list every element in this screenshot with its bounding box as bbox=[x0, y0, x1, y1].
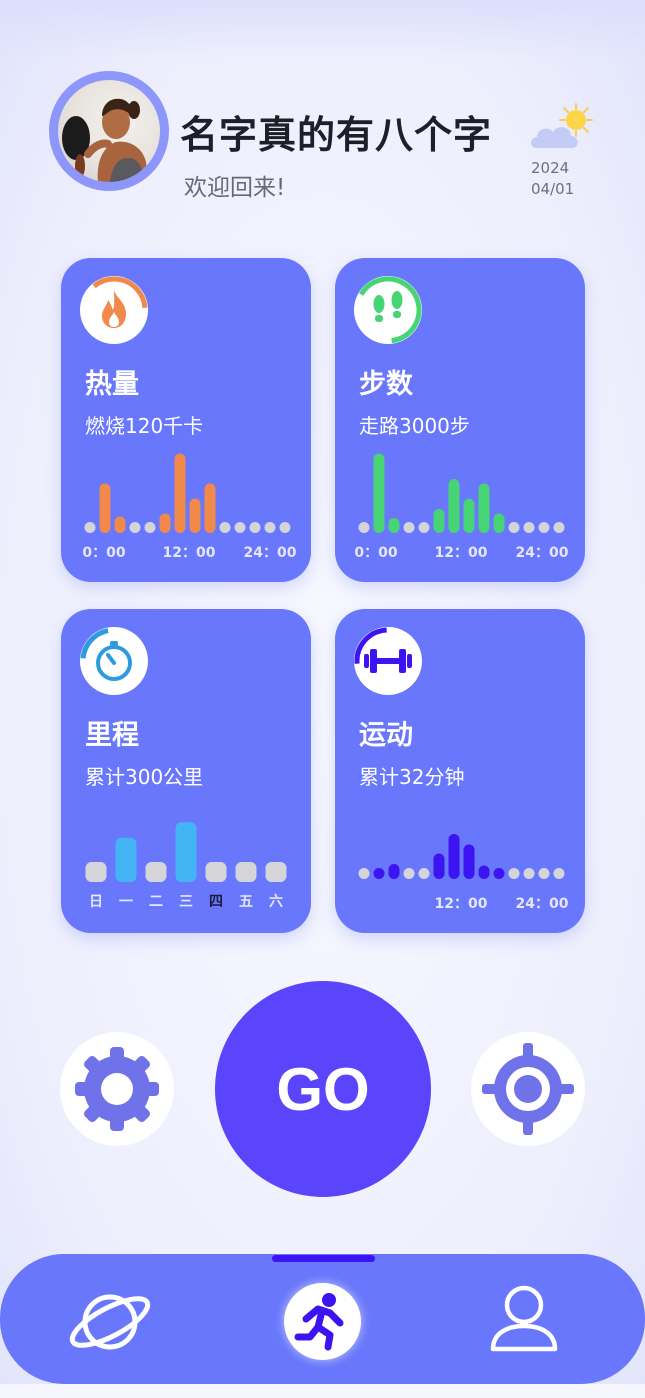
avatar-person-image bbox=[62, 98, 148, 182]
chart-bar bbox=[115, 837, 137, 882]
chart-bar bbox=[373, 868, 385, 879]
date-year: 2024 bbox=[531, 159, 570, 177]
tab-profile[interactable] bbox=[488, 1284, 560, 1354]
chart-day-label: 六 bbox=[269, 893, 283, 910]
chart-axis-label: 0：00 bbox=[82, 545, 125, 561]
chart-bar bbox=[159, 513, 171, 533]
chart-point-inactive bbox=[144, 522, 156, 533]
exercise-chart: 12：00 24：00 bbox=[358, 834, 569, 912]
chart-bar bbox=[189, 498, 201, 533]
chart-point-inactive bbox=[508, 868, 520, 879]
steps-card[interactable]: 步数 走路3000步 0：00 12：00 24：00 bbox=[335, 258, 585, 582]
user-icon bbox=[490, 1285, 558, 1352]
distance-chart: 日一二三四五六 bbox=[85, 822, 287, 910]
chart-bar bbox=[478, 865, 490, 879]
chart-bar-inactive bbox=[205, 862, 227, 882]
chart-bar-inactive bbox=[85, 862, 107, 882]
chart-point-inactive bbox=[279, 522, 291, 533]
avatar-photo bbox=[58, 80, 160, 182]
chart-day-label: 一 bbox=[119, 894, 133, 910]
chart-bar bbox=[448, 479, 460, 533]
partly-cloudy-icon bbox=[531, 103, 593, 148]
welcome-text: 欢迎回来! bbox=[184, 175, 286, 201]
chart-point-inactive bbox=[523, 522, 535, 533]
chart-axis-label: 24：00 bbox=[516, 896, 569, 912]
chart-bar bbox=[99, 483, 111, 533]
chart-point-inactive bbox=[418, 522, 430, 533]
chart-point-inactive bbox=[553, 522, 565, 533]
target-icon bbox=[482, 1043, 574, 1135]
date-day: 04/01 bbox=[531, 180, 575, 198]
chart-point-inactive bbox=[234, 522, 246, 533]
active-tab-indicator bbox=[272, 1255, 375, 1262]
chart-bar-inactive bbox=[265, 862, 287, 882]
chart-point-inactive bbox=[523, 868, 535, 879]
chart-bar bbox=[493, 868, 505, 879]
chart-point-inactive bbox=[264, 522, 276, 533]
running-icon bbox=[294, 1293, 344, 1351]
chart-axis-label: 0：00 bbox=[354, 545, 397, 561]
chart-bar bbox=[114, 516, 126, 533]
chart-point-inactive bbox=[538, 868, 550, 879]
chart-bar bbox=[388, 518, 400, 533]
chart-bar bbox=[433, 509, 445, 533]
chart-axis-label: 12：00 bbox=[163, 545, 216, 561]
chart-point-inactive bbox=[403, 522, 415, 533]
distance-card[interactable]: 里程 累计300公里 日一二三四五六 bbox=[61, 609, 311, 933]
chart-bar-inactive bbox=[145, 862, 167, 882]
chart-point-inactive bbox=[418, 868, 430, 879]
chart-axis-label: 24：00 bbox=[516, 545, 569, 561]
exercise-card[interactable]: 运动 累计32分钟 12：00 24：00 bbox=[335, 609, 585, 933]
settings-button[interactable] bbox=[60, 1032, 174, 1146]
chart-point-inactive bbox=[508, 522, 520, 533]
chart-axis-label: 12：00 bbox=[435, 896, 488, 912]
top-glow bbox=[0, 0, 645, 60]
calories-card[interactable]: 热量 燃烧120千卡 0：00 12：00 24：00 bbox=[61, 258, 311, 582]
steps-chart: 0：00 12：00 24：00 bbox=[354, 453, 569, 561]
chart-point-inactive bbox=[538, 522, 550, 533]
chart-bar bbox=[493, 513, 505, 533]
avatar[interactable] bbox=[49, 71, 169, 191]
chart-axis-label: 12：00 bbox=[435, 545, 488, 561]
chart-point-inactive bbox=[249, 522, 261, 533]
chart-point-inactive bbox=[219, 522, 231, 533]
chart-bar bbox=[478, 483, 490, 533]
chart-bar bbox=[175, 822, 197, 882]
chart-bar bbox=[463, 844, 475, 879]
chart-point-inactive bbox=[84, 522, 96, 533]
chart-axis-label: 24：00 bbox=[244, 545, 297, 561]
planet-icon bbox=[69, 1294, 151, 1350]
chart-bar-inactive bbox=[235, 862, 257, 882]
chart-point-inactive bbox=[358, 522, 370, 533]
chart-point-inactive bbox=[129, 522, 141, 533]
chart-day-label: 三 bbox=[179, 894, 193, 910]
chart-bar bbox=[373, 453, 385, 533]
chart-bar bbox=[174, 453, 186, 533]
chart-bar bbox=[204, 483, 216, 533]
tab-workout[interactable] bbox=[284, 1283, 361, 1360]
gear-icon bbox=[75, 1047, 159, 1131]
calories-chart: 0：00 12：00 24：00 bbox=[82, 453, 297, 561]
bottom-safe-area bbox=[0, 1384, 645, 1398]
chart-bar bbox=[388, 864, 400, 879]
chart-day-label: 二 bbox=[149, 894, 163, 910]
chart-day-label: 五 bbox=[239, 894, 253, 910]
tab-explore[interactable] bbox=[66, 1286, 154, 1358]
chart-bar bbox=[448, 834, 460, 879]
chart-point-inactive bbox=[553, 868, 565, 879]
chart-point-inactive bbox=[403, 868, 415, 879]
chart-bar bbox=[433, 853, 445, 879]
user-name: 名字真的有八个字 bbox=[180, 113, 493, 157]
go-button[interactable]: GO bbox=[215, 981, 431, 1197]
location-button[interactable] bbox=[471, 1032, 585, 1146]
chart-day-label: 日 bbox=[89, 894, 103, 910]
chart-bar bbox=[463, 498, 475, 533]
chart-day-label-current: 四 bbox=[209, 894, 223, 910]
chart-point-inactive bbox=[358, 868, 370, 879]
